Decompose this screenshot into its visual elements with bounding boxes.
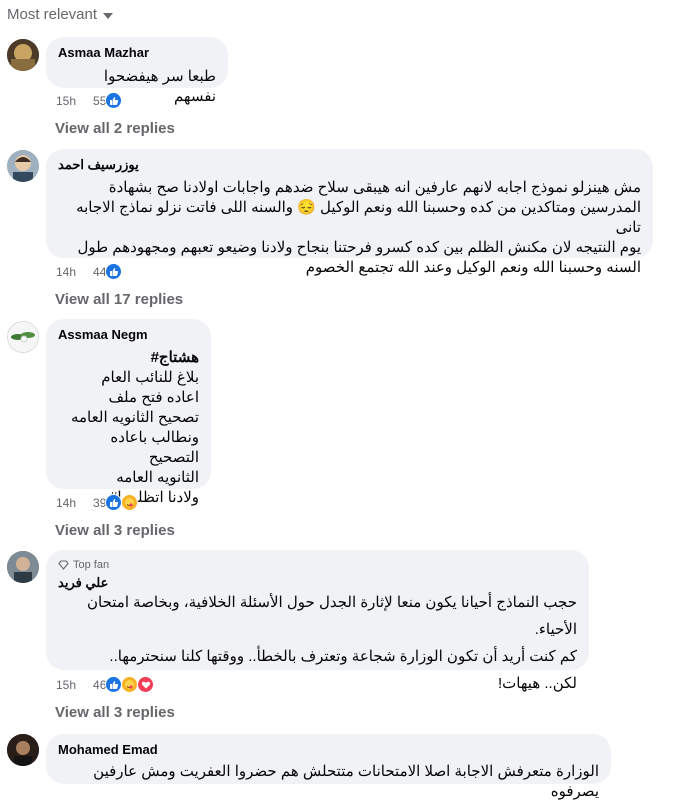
avatar[interactable] <box>7 551 39 583</box>
comment-time[interactable]: 15h <box>56 94 76 108</box>
comment-line: كم كنت أريد أن تكون الوزارة شجاعة وتعترف… <box>109 648 577 665</box>
reaction-count: 44 <box>93 264 107 279</box>
comment-author[interactable]: Mohamed Emad <box>58 742 599 758</box>
comment-line: اعاده فتح ملف <box>108 389 199 406</box>
avatar-image <box>8 322 38 352</box>
avatar[interactable] <box>7 150 39 182</box>
comment-text: مش هينزلو نموذج اجابه لانهم عارفين انه ه… <box>58 178 641 278</box>
avatar-image <box>7 150 39 182</box>
comment-bubble: Top fan علي فريد حجب النماذج أحيانا يكون… <box>46 550 589 692</box>
comment-line: السنه وحسبنا الله ونعم الوكيل وعند الله … <box>305 259 641 276</box>
avatar[interactable] <box>7 39 39 71</box>
avatar-image <box>7 551 39 583</box>
avatar[interactable] <box>7 734 39 766</box>
like-icon <box>105 92 123 109</box>
like-icon <box>105 676 123 693</box>
comment-meta: 15h 46 <box>56 676 155 693</box>
comment-line: بلاغ للنائب العام <box>101 369 199 386</box>
comment-text: الوزارة متعرفش الاجابة اصلا الامتحانات م… <box>58 762 599 802</box>
view-replies-link[interactable]: View all 3 replies <box>55 522 175 539</box>
comment-author[interactable]: يوزرسيف احمد <box>58 157 641 173</box>
hashtag-link[interactable]: هشتاج# <box>58 348 199 368</box>
comment-meta: 14h 44 <box>56 263 123 280</box>
comment-author[interactable]: Asmaa Mazhar <box>58 45 216 61</box>
comment-time[interactable]: 15h <box>56 678 76 692</box>
like-icon <box>105 494 123 511</box>
comment-bubble: يوزرسيف احمد مش هينزلو نموذج اجابه لانهم… <box>46 149 653 276</box>
reaction-summary[interactable]: 39 <box>93 494 139 511</box>
sort-label: Most relevant <box>7 6 98 23</box>
comment-line: الوزارة متعرفش الاجابة اصلا الامتحانات م… <box>93 763 599 800</box>
top-fan-badge: Top fan <box>58 558 577 572</box>
diamond-icon <box>58 560 69 570</box>
reaction-summary[interactable]: 44 <box>93 263 123 280</box>
comment-line: ونطالب باعاده التصحيح <box>110 429 199 466</box>
comment-meta: 14h 39 <box>56 494 139 511</box>
care-icon <box>121 676 139 693</box>
comment-time[interactable]: 14h <box>56 265 76 279</box>
comment-time[interactable]: 14h <box>56 496 76 510</box>
comment-line: حجب النماذج أحيانا يكون منعا لإثارة الجد… <box>86 594 577 638</box>
comment-text: هشتاج# بلاغ للنائب العام اعاده فتح ملف ت… <box>58 348 199 508</box>
chevron-down-icon <box>103 13 114 19</box>
comment-meta: 15h 55 <box>56 92 123 109</box>
comment-line: المدرسين ومتاكدين من كده وحسبنا الله ونع… <box>76 199 641 236</box>
love-icon <box>137 676 155 693</box>
avatar-image <box>7 39 39 71</box>
comment-line: مش هينزلو نموذج اجابه لانهم عارفين انه ه… <box>108 179 641 196</box>
avatar[interactable] <box>7 321 39 353</box>
comment-bubble: Asmaa Mazhar طبعا سر هيفضحوا نفسهم <box>46 37 228 105</box>
view-replies-link[interactable]: View all 3 replies <box>55 704 175 721</box>
reaction-count: 39 <box>93 495 107 510</box>
care-icon <box>121 494 139 511</box>
sort-dropdown[interactable]: Most relevant <box>7 6 114 23</box>
comment-line: تصحيح الثانويه العامه <box>70 409 199 426</box>
top-fan-label: Top fan <box>73 559 110 571</box>
comment-line: يوم النتيجه لان مكنش الظلم بين كده كسرو … <box>77 239 641 256</box>
reaction-count: 55 <box>93 93 107 108</box>
comment-bubble: Mohamed Emad الوزارة متعرفش الاجابة اصلا… <box>46 734 611 800</box>
avatar-image <box>7 734 39 766</box>
reaction-summary[interactable]: 55 <box>93 92 123 109</box>
reaction-summary[interactable]: 46 <box>93 676 155 693</box>
reaction-count: 46 <box>93 677 107 692</box>
like-icon <box>105 263 123 280</box>
comment-author[interactable]: Assmaa Negm <box>58 327 199 343</box>
comment-bubble: Assmaa Negm هشتاج# بلاغ للنائب العام اعا… <box>46 319 211 506</box>
view-replies-link[interactable]: View all 17 replies <box>55 291 183 308</box>
view-replies-link[interactable]: View all 2 replies <box>55 120 175 137</box>
comment-line: الثانويه العامه <box>116 469 199 486</box>
